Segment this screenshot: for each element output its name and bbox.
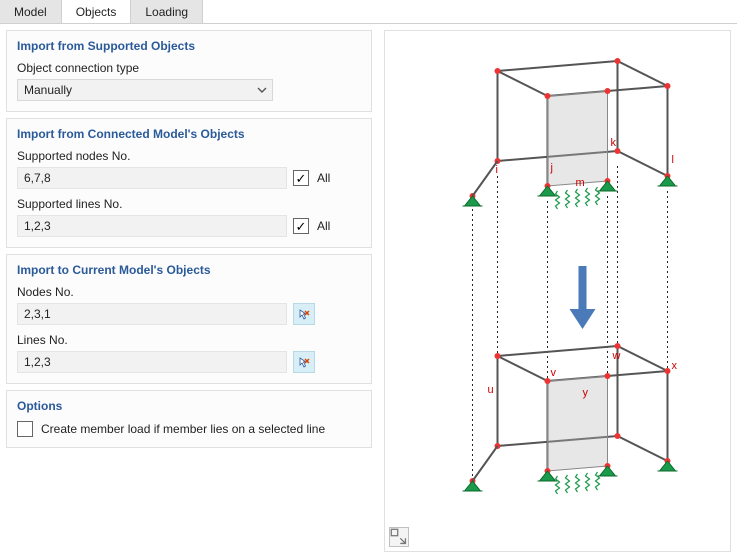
svg-text:m: m <box>576 177 585 189</box>
pick-lines-button[interactable] <box>293 351 315 373</box>
diagram-preview: i j k l m <box>384 30 731 552</box>
tab-loading[interactable]: Loading <box>131 0 203 23</box>
supported-nodes-label: Supported nodes No. <box>17 149 361 163</box>
pick-nodes-button[interactable] <box>293 303 315 325</box>
svg-text:j: j <box>550 162 553 174</box>
panel-options: Options Create member load if member lie… <box>6 390 372 448</box>
panel-title: Import to Current Model's Objects <box>17 263 361 277</box>
svg-text:l: l <box>672 154 674 166</box>
panel-import-supported: Import from Supported Objects Object con… <box>6 30 372 112</box>
svg-text:u: u <box>488 384 494 396</box>
supported-lines-label: Supported lines No. <box>17 197 361 211</box>
svg-text:x: x <box>672 360 678 372</box>
supported-nodes-all-checkbox[interactable] <box>293 170 309 186</box>
lines-no-label: Lines No. <box>17 333 361 347</box>
connection-type-label: Object connection type <box>17 61 361 75</box>
svg-text:v: v <box>551 367 557 379</box>
tab-objects[interactable]: Objects <box>62 0 132 23</box>
create-member-load-label: Create member load if member lies on a s… <box>41 422 325 436</box>
supported-nodes-input[interactable]: 6,7,8 <box>17 167 287 189</box>
svg-text:k: k <box>611 137 617 149</box>
chevron-down-icon <box>255 83 269 97</box>
view-toggle-button[interactable] <box>389 527 409 547</box>
panel-title: Options <box>17 399 361 413</box>
lines-no-input[interactable]: 1,2,3 <box>17 351 287 373</box>
supported-lines-all-checkbox[interactable] <box>293 218 309 234</box>
svg-text:y: y <box>583 387 589 399</box>
nodes-no-input[interactable]: 2,3,1 <box>17 303 287 325</box>
create-member-load-checkbox[interactable] <box>17 421 33 437</box>
connection-type-select[interactable]: Manually <box>17 79 273 101</box>
nodes-no-label: Nodes No. <box>17 285 361 299</box>
tab-model[interactable]: Model <box>0 0 62 23</box>
svg-text:i: i <box>496 164 498 176</box>
panel-import-current: Import to Current Model's Objects Nodes … <box>6 254 372 384</box>
panel-import-connected: Import from Connected Model's Objects Su… <box>6 118 372 248</box>
tab-bar: Model Objects Loading <box>0 0 737 24</box>
panel-title: Import from Supported Objects <box>17 39 361 53</box>
all-label: All <box>317 219 330 233</box>
structural-diagram: i j k l m <box>385 31 730 551</box>
svg-text:w: w <box>612 350 621 362</box>
all-label: All <box>317 171 330 185</box>
supported-lines-input[interactable]: 1,2,3 <box>17 215 287 237</box>
panel-title: Import from Connected Model's Objects <box>17 127 361 141</box>
